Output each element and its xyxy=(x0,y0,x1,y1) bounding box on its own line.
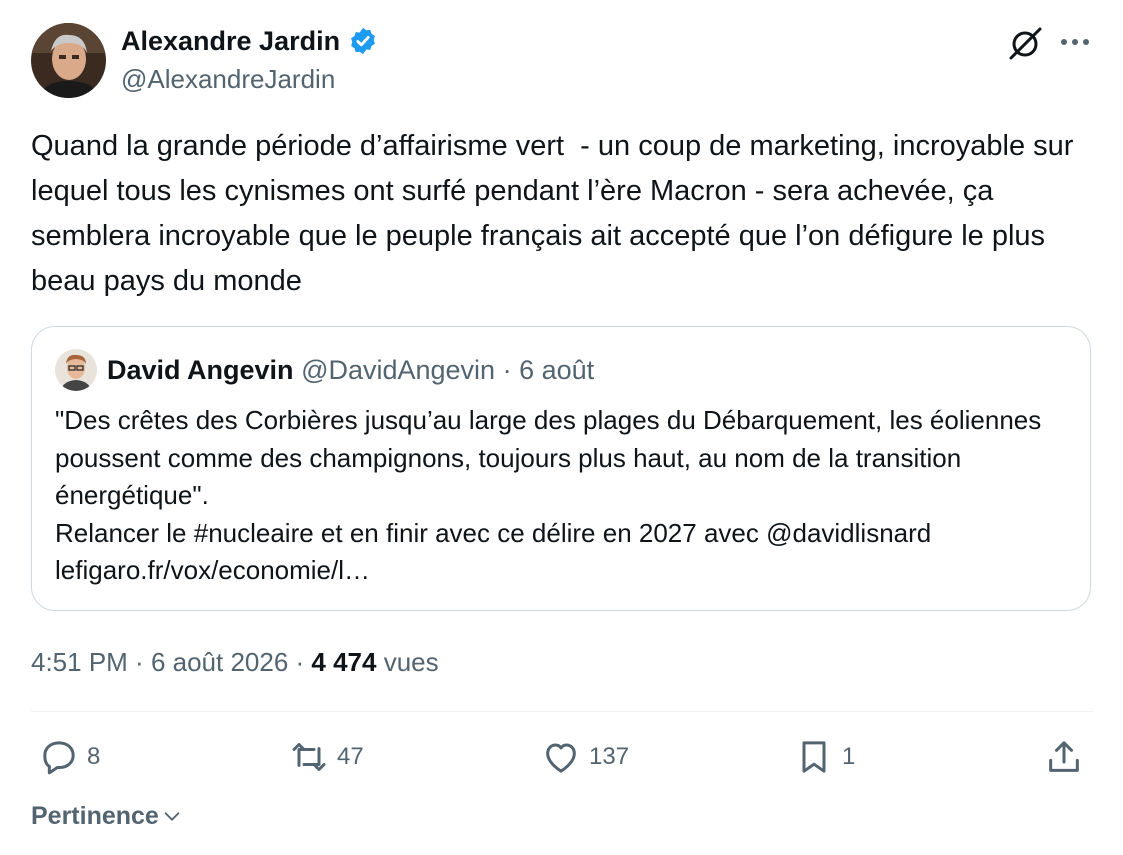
quote-author-name[interactable]: David Angevin xyxy=(107,355,294,385)
chevron-down-icon xyxy=(164,812,180,821)
views-count: 4 474 xyxy=(311,647,377,677)
sort-label: Pertinence xyxy=(31,802,159,830)
reply-count: 8 xyxy=(87,743,101,770)
share-button[interactable] xyxy=(1044,735,1084,779)
divider xyxy=(31,711,1093,712)
quote-date[interactable]: 6 août xyxy=(519,355,594,385)
reply-button[interactable]: 8 xyxy=(39,735,100,779)
quote-text: "Des crêtes des Corbières jusqu’au large… xyxy=(55,405,1042,585)
views-label: vues xyxy=(376,647,439,677)
quote-author-handle[interactable]: @DavidAngevin xyxy=(301,355,495,385)
quote-separator: · xyxy=(495,355,520,385)
author-name-row[interactable]: Alexandre Jardin xyxy=(121,24,378,58)
tweet-meta: 4:51 PM · 6 août 2026 · 4 474 vues xyxy=(31,645,439,679)
bookmark-button[interactable]: 1 xyxy=(794,735,855,779)
reply-icon xyxy=(43,741,75,775)
bookmark-count: 1 xyxy=(842,743,856,770)
verified-badge-icon xyxy=(348,26,378,56)
heart-icon xyxy=(546,743,576,773)
tweet-text: Quand la grande période d’affairisme ver… xyxy=(31,130,1082,297)
retweet-count: 47 xyxy=(337,743,364,770)
like-button[interactable]: 137 xyxy=(541,735,629,779)
like-count: 137 xyxy=(589,743,630,770)
quote-header: David Angevin @DavidAngevin · 6 août xyxy=(107,353,594,387)
quote-handle-text: @DavidAngevin xyxy=(301,355,496,385)
meta-separator-2: · xyxy=(288,647,312,677)
author-handle[interactable]: @AlexandreJardin xyxy=(121,63,335,95)
author-avatar[interactable] xyxy=(31,23,106,98)
sort-dropdown[interactable]: Pertinence xyxy=(31,799,183,833)
author-name[interactable]: Alexandre Jardin xyxy=(121,24,340,58)
bookmark-icon xyxy=(802,741,826,773)
more-dots-icon[interactable] xyxy=(1058,30,1092,54)
tweet-date[interactable]: 6 août 2026 xyxy=(151,647,288,677)
retweet-button[interactable]: 47 xyxy=(289,735,364,779)
quoted-tweet[interactable]: David Angevin @DavidAngevin · 6 août "De… xyxy=(31,326,1091,611)
tweet-time[interactable]: 4:51 PM xyxy=(31,647,128,677)
grok-icon[interactable] xyxy=(1007,25,1043,61)
quote-avatar[interactable] xyxy=(55,349,97,391)
retweet-icon xyxy=(292,743,326,771)
share-icon xyxy=(1049,741,1079,772)
meta-separator: · xyxy=(127,647,151,677)
